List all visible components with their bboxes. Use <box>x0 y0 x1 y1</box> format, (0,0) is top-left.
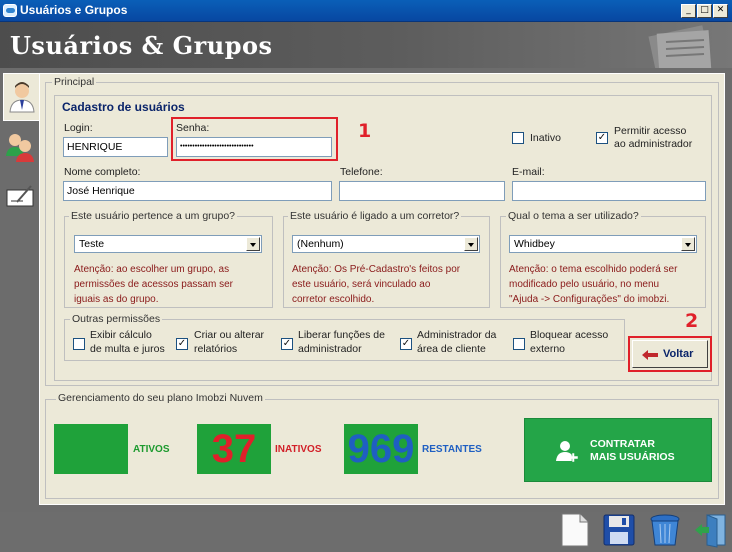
documents-decoration-icon <box>648 25 712 68</box>
arrow-left-icon <box>642 350 658 360</box>
grupo-warning-line2: permissões de acessos passam ser <box>74 279 233 290</box>
inativo-label: Inativo <box>530 132 561 144</box>
edit-form-icon <box>6 185 34 207</box>
telefone-label: Telefone: <box>340 166 383 178</box>
content-area: Principal Cadastro de usuários Login: HE… <box>0 68 732 512</box>
minimize-button[interactable]: _ <box>681 4 696 18</box>
user-icon <box>9 82 35 113</box>
chevron-down-icon[interactable] <box>246 237 260 251</box>
administrador-area-cliente-label-line1: Administrador da <box>417 329 497 341</box>
page-title: Usuários & Grupos <box>10 31 273 60</box>
criar-relatorios-checkbox[interactable]: ✓ <box>176 338 188 350</box>
restantes-label: RESTANTES <box>422 444 482 455</box>
inativos-label: INATIVOS <box>275 444 322 455</box>
exibir-calculo-label-line1: Exibir cálculo <box>90 329 152 341</box>
nome-label: Nome completo: <box>64 166 141 178</box>
corretor-legend: Este usuário é ligado a um corretor? <box>288 210 462 222</box>
bloquear-acesso-checkbox[interactable] <box>513 338 525 350</box>
telefone-input[interactable] <box>339 181 505 201</box>
exibir-calculo-checkbox[interactable] <box>73 338 85 350</box>
grupo-select-value: Teste <box>79 238 105 250</box>
tema-warning: Atenção: o tema escolhido poderá ser mod… <box>509 262 677 307</box>
grupo-legend: Este usuário pertence a um grupo? <box>69 210 238 222</box>
voltar-button-label: Voltar <box>663 348 694 360</box>
contratar-usuarios-button[interactable]: CONTRATAR MAIS USUÁRIOS <box>524 418 712 482</box>
cloud-app-icon <box>3 4 17 17</box>
tema-select[interactable]: Whidbey <box>509 235 697 253</box>
liberar-funcoes-label-line2: administrador <box>298 343 362 355</box>
tab-grupos[interactable] <box>3 130 37 178</box>
inativo-checkbox[interactable] <box>512 132 524 144</box>
main-panel: Principal Cadastro de usuários Login: HE… <box>39 73 725 505</box>
plano-legend: Gerenciamento do seu plano Imobzi Nuvem <box>56 392 265 404</box>
criar-relatorios-label-line2: relatórios <box>194 343 238 355</box>
login-input[interactable]: HENRIQUE <box>63 137 168 157</box>
tema-warning-line2: modificado pelo usuário, no menu <box>509 279 660 290</box>
permitir-acesso-checkbox[interactable]: ✓ <box>596 132 608 144</box>
new-document-icon[interactable] <box>556 512 592 548</box>
grupo-warning-line3: iguais as do grupo. <box>74 294 159 305</box>
restantes-count: 969 <box>344 424 418 474</box>
outras-permissoes-legend: Outras permissões <box>70 313 163 325</box>
contratar-line2: MAIS USUÁRIOS <box>590 451 675 463</box>
login-label: Login: <box>64 122 93 134</box>
add-user-icon <box>556 441 578 463</box>
corretor-warning-line3: corretor escolhido. <box>292 294 375 305</box>
corretor-warning-line1: Atenção: Os Pré-Cadastro's feitos por <box>292 264 461 275</box>
contratar-line1: CONTRATAR <box>590 438 655 450</box>
liberar-funcoes-checkbox[interactable]: ✓ <box>281 338 293 350</box>
save-icon[interactable] <box>601 512 637 548</box>
grupo-warning-line1: Atenção: ao escolher um grupo, as <box>74 264 230 275</box>
tema-warning-line1: Atenção: o tema escolhido poderá ser <box>509 264 678 275</box>
cadastro-heading: Cadastro de usuários <box>62 100 185 114</box>
tema-legend: Qual o tema a ser utilizado? <box>506 210 641 222</box>
corretor-select[interactable]: (Nenhum) <box>292 235 480 253</box>
corretor-warning: Atenção: Os Pré-Cadastro's feitos por es… <box>292 262 460 307</box>
exit-door-icon[interactable] <box>693 512 729 548</box>
corretor-warning-line2: este usuário, será vinculado ao <box>292 279 431 290</box>
liberar-funcoes-label-line1: Liberar funções de <box>298 329 385 341</box>
chevron-down-icon[interactable] <box>464 237 478 251</box>
nome-input[interactable]: José Henrique <box>63 181 332 201</box>
annotation-mark-1: 1 <box>358 120 372 142</box>
header-banner: Usuários & Grupos <box>0 22 732 68</box>
voltar-button[interactable]: Voltar <box>632 340 708 368</box>
administrador-area-cliente-label-line2: área de cliente <box>417 343 486 355</box>
maximize-button[interactable]: □ <box>697 4 712 18</box>
inativos-count: 37 <box>197 424 271 474</box>
annotation-box-1 <box>171 117 338 161</box>
annotation-mark-2: 2 <box>685 310 699 332</box>
group-icon <box>6 134 34 162</box>
bloquear-acesso-label-line2: externo <box>530 343 566 355</box>
grupo-select[interactable]: Teste <box>74 235 262 253</box>
permitir-acesso-label-line2: ao administrador <box>614 138 693 150</box>
bottom-toolbar <box>0 512 732 552</box>
email-input[interactable] <box>512 181 706 201</box>
close-button[interactable]: ✕ <box>713 4 728 18</box>
tab-formulario[interactable] <box>3 180 37 228</box>
email-label: E-mail: <box>512 166 545 178</box>
exibir-calculo-label-line2: de multa e juros <box>90 343 165 355</box>
tema-warning-line3: "Ajuda -> Configurações" do imobzi. <box>509 294 670 305</box>
ativos-count <box>54 424 128 474</box>
principal-legend: Principal <box>52 76 97 88</box>
tema-select-value: Whidbey <box>514 238 555 250</box>
trash-icon[interactable] <box>647 512 683 548</box>
window-title: Usuários e Grupos <box>20 3 128 17</box>
bloquear-acesso-label-line1: Bloquear acesso <box>530 329 609 341</box>
corretor-select-value: (Nenhum) <box>297 238 344 250</box>
permitir-acesso-label-line1: Permitir acesso <box>614 125 687 137</box>
ativos-label: ATIVOS <box>133 444 170 455</box>
criar-relatorios-label-line1: Criar ou alterar <box>194 329 265 341</box>
grupo-warning: Atenção: ao escolher um grupo, as permis… <box>74 262 233 307</box>
usuarios-grupos-window: Usuários e Grupos _ □ ✕ Usuários & Grupo… <box>0 0 732 552</box>
administrador-area-cliente-checkbox[interactable]: ✓ <box>400 338 412 350</box>
title-bar[interactable]: Usuários e Grupos _ □ ✕ <box>0 0 732 22</box>
chevron-down-icon[interactable] <box>681 237 695 251</box>
tab-usuarios[interactable] <box>3 73 41 121</box>
